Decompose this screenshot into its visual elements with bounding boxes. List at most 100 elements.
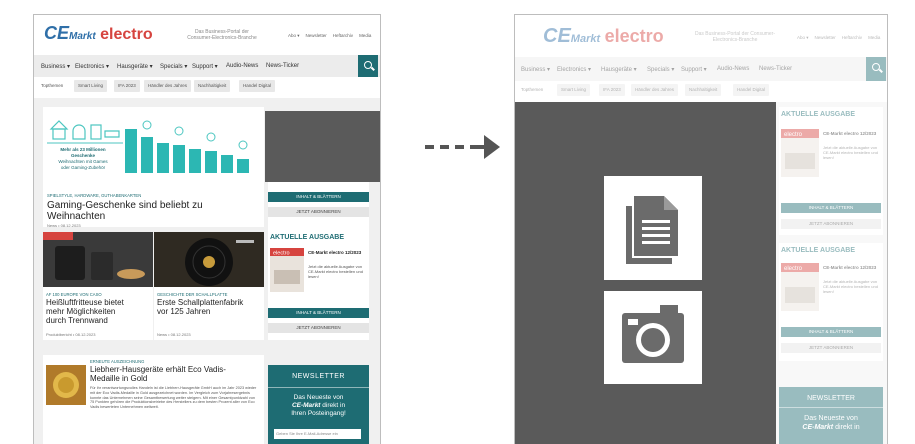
article-title[interactable]: Erste Schallplattenfabrik vor 125 Jahren xyxy=(157,298,262,316)
topic-pill[interactable]: Handel Digital xyxy=(733,84,770,96)
issue-text: Jetzt die aktuelle Ausgabe von CE-Markt … xyxy=(823,145,878,160)
newsletter-box: NEWSLETTER Das Neueste von CE-Markt dire… xyxy=(779,387,883,444)
search-button[interactable] xyxy=(358,55,378,77)
article-title[interactable]: Heißluftfritteuse bietet mehr Möglichkei… xyxy=(46,298,151,325)
nav-item-specials[interactable]: Specials ▾ xyxy=(647,66,674,73)
topics-bar: Topthemen Smart Living IFA 2023 Händler … xyxy=(515,84,887,98)
issue-text: Jetzt die aktuelle Ausgabe von CE-Markt … xyxy=(823,279,878,294)
svg-text:Mehr als 23 Millionen: Mehr als 23 Millionen xyxy=(60,147,106,152)
document-copy-icon xyxy=(604,176,702,280)
magazine-cover-label: electro xyxy=(273,251,290,257)
nav-item-business[interactable]: Business ▾ xyxy=(41,63,70,70)
article-title-line: Liebherr-Hausgeräte erhält Eco Vadis- xyxy=(90,365,226,374)
logo-markt: Markt xyxy=(570,33,601,45)
top-link-media[interactable]: Media xyxy=(868,35,880,40)
inhalt-blaettern-button[interactable]: INHALT & BLÄTTERN xyxy=(268,308,369,318)
article-card[interactable]: AF 100 EUROPE VON CASO Heißluftfritteuse… xyxy=(43,232,153,340)
article-card[interactable]: GESCHICHTE DER SCHALLPLATTE Erste Schall… xyxy=(154,232,264,340)
topic-pill[interactable]: Nachhaltigkeit xyxy=(194,80,231,92)
magazine-cover-label: electro xyxy=(784,132,803,138)
site-logo[interactable]: CEMarkt electro xyxy=(44,23,153,44)
nav-item-support[interactable]: Support ▾ xyxy=(681,66,707,73)
topic-pill[interactable]: Smart Living xyxy=(557,84,591,96)
top-link-abo[interactable]: Abo ▾ xyxy=(797,35,809,40)
top-link-media[interactable]: Media xyxy=(359,33,371,38)
aktuelle-ausgabe-title: AKTUELLE AUSGABE xyxy=(781,111,856,118)
svg-text:Geschenke: Geschenke xyxy=(71,153,96,158)
logo-markt: Markt xyxy=(69,31,96,42)
issue-title: CE-Markt electro 12/2023 xyxy=(823,131,877,136)
jetzt-abonnieren-button[interactable]: JETZT ABONNIEREN xyxy=(781,219,881,229)
newsletter-title: NEWSLETTER xyxy=(292,373,345,380)
nav-item-business[interactable]: Business ▾ xyxy=(521,66,550,73)
magazine-cover-label: electro xyxy=(784,266,803,272)
nav-item-hausgeraete[interactable]: Hausgeräte ▾ xyxy=(117,63,153,70)
record-player-image xyxy=(154,232,264,287)
nav-item-support[interactable]: Support ▾ xyxy=(192,63,218,70)
issue-title: CE-Markt electro 12/2023 xyxy=(823,265,877,270)
newsletter-brand: CE-Markt xyxy=(291,402,321,409)
nav-item-hausgeraete[interactable]: Hausgeräte ▾ xyxy=(601,66,637,73)
top-link-heftarchiv[interactable]: Heftarchiv xyxy=(842,35,862,40)
top-link-heftarchiv[interactable]: Heftarchiv xyxy=(333,33,353,38)
topic-pill[interactable]: IFA 2023 xyxy=(114,80,140,92)
nav-item-electronics[interactable]: Electronics ▾ xyxy=(557,66,591,73)
topic-pill[interactable]: Händler des Jahres xyxy=(144,80,192,92)
top-link-abo[interactable]: Abo ▾ xyxy=(288,33,300,38)
jetzt-abonnieren-button[interactable]: JETZT ABONNIEREN xyxy=(268,323,369,333)
magazine-cover[interactable]: electro xyxy=(270,248,304,292)
hero-meta: News • 08.12.2023 xyxy=(47,223,81,228)
article-kicker: ERNEUTE AUSZEICHNUNG xyxy=(90,359,145,364)
article-title-line: durch Trennwand xyxy=(46,316,108,325)
nav-item-news-ticker[interactable]: News-Ticker xyxy=(759,66,792,72)
newsletter-brand: CE-Markt xyxy=(802,424,834,431)
nav-item-news-ticker[interactable]: News-Ticker xyxy=(266,63,299,69)
logo-electro: electro xyxy=(604,26,664,46)
hero-title-line: Gaming-Geschenke sind beliebt zu xyxy=(47,200,203,211)
hero-article[interactable]: Mehr als 23 Millionen Geschenke Weihnach… xyxy=(43,107,264,228)
magazine-cover[interactable]: electro xyxy=(781,263,819,311)
aktuelle-ausgabe-title: AKTUELLE AUSGABE xyxy=(781,247,856,254)
inhalt-blaettern-button[interactable]: INHALT & BLÄTTERN xyxy=(268,192,369,202)
article-card-wide[interactable]: ERNEUTE AUSZEICHNUNG Liebherr-Hausgeräte… xyxy=(43,355,264,444)
topic-pill[interactable]: Nachhaltigkeit xyxy=(685,84,722,96)
issue-title: CE-Markt electro 12/2023 xyxy=(308,250,362,255)
search-button[interactable] xyxy=(866,57,886,81)
hero-kicker: SPIELSTYLE, HARDWARE, GUTHABENKARTEN xyxy=(47,193,142,198)
logo-ce: CE xyxy=(543,25,571,47)
nav-item-audio-news[interactable]: Audio-News xyxy=(226,63,258,69)
nav-item-audio-news[interactable]: Audio-News xyxy=(717,66,749,72)
article-title-line: vor 125 Jahren xyxy=(157,307,211,316)
newsletter-email-input[interactable]: Geben Sie Ihre E-Mail-Adresse ein xyxy=(274,429,361,439)
svg-text:oder Gaming-Zubehör: oder Gaming-Zubehör xyxy=(61,165,106,170)
site-header: CEMarkt electro Das Business-Portal der … xyxy=(34,15,380,60)
topic-pill[interactable]: Handel Digital xyxy=(239,80,276,92)
topic-pill[interactable]: Smart Living xyxy=(74,80,108,92)
aktuelle-ausgabe-box: AKTUELLE AUSGABE electro CE-Markt electr… xyxy=(779,107,883,235)
logo-electro: electro xyxy=(100,26,153,43)
article-title[interactable]: Liebherr-Hausgeräte erhält Eco Vadis- Me… xyxy=(90,365,260,383)
airfryer-image xyxy=(43,232,153,287)
jetzt-abonnieren-button[interactable]: JETZT ABONNIEREN xyxy=(268,207,369,217)
jetzt-abonnieren-button[interactable]: JETZT ABONNIEREN xyxy=(781,343,881,353)
newsletter-text: Das Neueste von CE-Markt direkt in xyxy=(779,414,883,432)
topics-label: Topthemen xyxy=(41,83,64,88)
topic-pill[interactable]: IFA 2023 xyxy=(599,84,625,96)
inhalt-blaettern-button[interactable]: INHALT & BLÄTTERN xyxy=(781,327,881,337)
nav-item-electronics[interactable]: Electronics ▾ xyxy=(75,63,109,70)
topic-pill[interactable]: Händler des Jahres xyxy=(631,84,679,96)
nav-item-specials[interactable]: Specials ▾ xyxy=(160,63,187,70)
topics-label: Topthemen xyxy=(521,87,544,92)
hero-title[interactable]: Gaming-Geschenke sind beliebt zu Weihnac… xyxy=(47,200,257,222)
newsletter-title: NEWSLETTER xyxy=(807,395,855,402)
top-link-newsletter[interactable]: Newsletter xyxy=(815,35,836,40)
inhalt-blaettern-button[interactable]: INHALT & BLÄTTERN xyxy=(781,203,881,213)
top-links: Abo ▾ Newsletter Heftarchiv Media xyxy=(288,33,377,39)
logo-ce: CE xyxy=(44,23,70,43)
magazine-cover[interactable]: electro xyxy=(781,129,819,177)
top-link-newsletter[interactable]: Newsletter xyxy=(306,33,327,38)
newsletter-line: Ihren Posteingang! xyxy=(291,410,346,417)
aktuelle-ausgabe-box: AKTUELLE AUSGABE electro CE-Markt electr… xyxy=(268,232,369,340)
newsletter-line: direkt in xyxy=(322,402,346,409)
top-links: Abo ▾ Newsletter Heftarchiv Media xyxy=(797,35,886,41)
